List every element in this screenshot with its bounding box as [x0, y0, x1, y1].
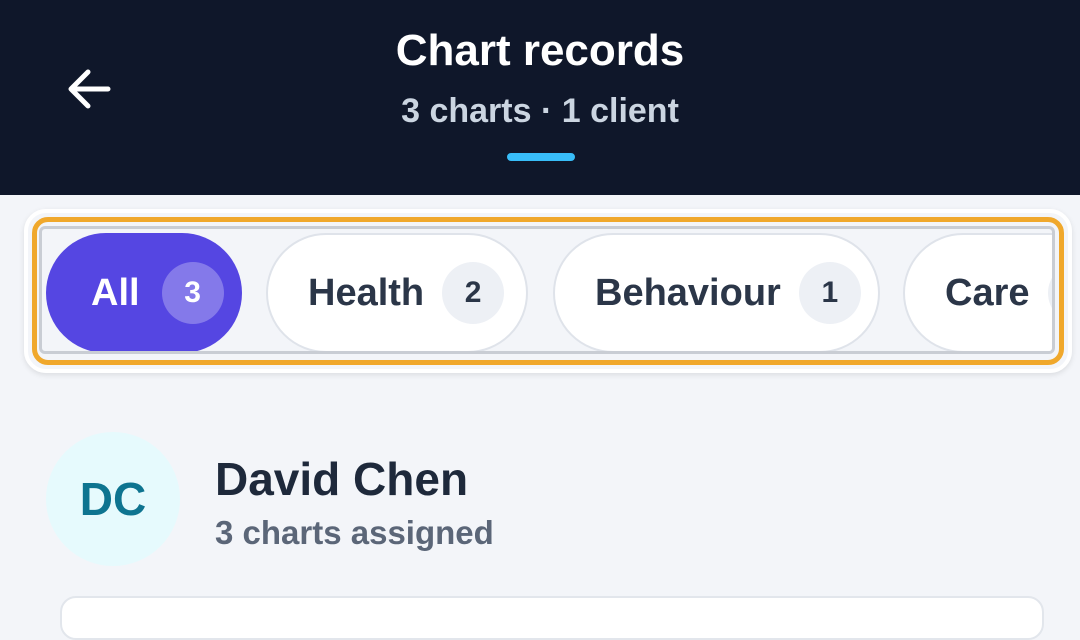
filter-chip-health[interactable]: Health 2 [266, 233, 528, 351]
app-header: Chart records 3 charts · 1 client [0, 0, 1080, 195]
header-indicator [507, 153, 575, 161]
client-name: David Chen [215, 453, 469, 505]
filter-chip-label: All [91, 271, 140, 314]
page-title: Chart records [395, 26, 685, 75]
page-subtitle: 3 charts · 1 client [401, 92, 679, 130]
filter-chip-count: 2 [442, 262, 505, 324]
chart-card[interactable] [60, 596, 1044, 640]
filter-chip-label: Health [308, 271, 425, 314]
client-row[interactable]: DC David Chen 3 charts assigned [46, 430, 1046, 570]
filter-chip-count [1047, 262, 1052, 324]
filter-chip-label: Behaviour [595, 271, 781, 314]
filter-chip-all[interactable]: All 3 [46, 233, 242, 351]
filter-chip-behaviour[interactable]: Behaviour 1 [553, 233, 880, 351]
filter-chip-label: Care [945, 271, 1030, 314]
filter-chip-count: 3 [161, 262, 224, 324]
avatar: DC [46, 432, 180, 566]
filter-chip-count: 1 [798, 262, 861, 324]
filter-chip-care[interactable]: Care [903, 233, 1052, 351]
filter-chip-bar[interactable]: All 3 Health 2 Behaviour 1 Care [39, 226, 1055, 354]
client-chart-count: 3 charts assigned [215, 514, 494, 551]
